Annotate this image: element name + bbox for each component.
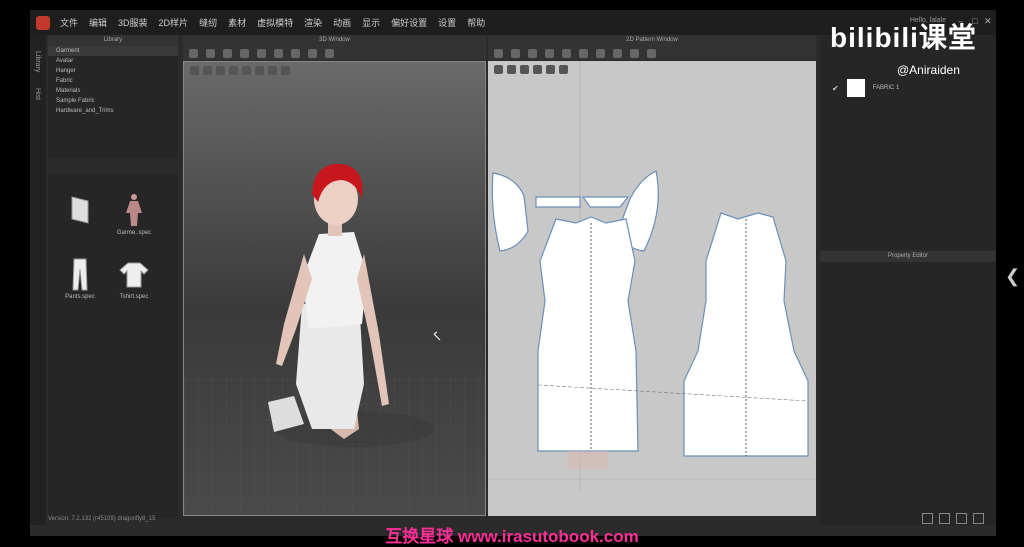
chevron-right-icon[interactable]: ❮	[1005, 266, 1020, 287]
move-tool-icon[interactable]	[206, 48, 215, 58]
check-icon: ✔	[832, 83, 839, 93]
2d-pattern-window: 2D Pattern Window	[488, 35, 816, 516]
transform-pattern-icon[interactable]	[494, 48, 503, 58]
tree-item-sample-fabric[interactable]: Sample Fabric	[48, 96, 178, 106]
menu-avatar[interactable]: 虚拟模特	[257, 16, 293, 29]
tree-item-hanger[interactable]: Hanger	[48, 66, 178, 76]
select-tool-icon[interactable]	[189, 48, 198, 58]
menu-3d-garment[interactable]: 3D服装	[118, 16, 148, 29]
fold-tool-icon[interactable]	[240, 48, 249, 58]
menu-settings[interactable]: 设置	[438, 16, 456, 29]
library-item[interactable]: Pants.spec	[60, 254, 100, 300]
app-window: 文件 编辑 3D服装 2D样片 缝纫 素材 虚拟模特 渲染 动画 显示 偏好设置…	[30, 10, 996, 536]
texture-display-icon[interactable]	[255, 66, 264, 75]
library-header: Library	[48, 35, 178, 46]
viewport-toolbar	[184, 62, 485, 79]
view-mode-icon[interactable]	[190, 66, 199, 75]
camera-icon[interactable]	[268, 66, 277, 75]
dart-tool-icon[interactable]	[596, 48, 605, 58]
menu-materials[interactable]: 素材	[228, 16, 246, 29]
free-sewing-icon[interactable]	[630, 48, 639, 58]
library-tree: Garment Avatar Hanger Fabric Materials S…	[48, 46, 178, 158]
menu-render[interactable]: 渲染	[304, 16, 322, 29]
3d-scene	[184, 163, 485, 514]
menu-sewing[interactable]: 缝纫	[199, 16, 217, 29]
texture-icon[interactable]	[291, 48, 300, 58]
shoes-display-icon[interactable]	[242, 66, 251, 75]
3d-viewport[interactable]	[183, 61, 486, 516]
fabric-name: FABRIC 1	[872, 85, 900, 91]
check-sewing-icon[interactable]	[647, 48, 656, 58]
tab-library[interactable]: Library	[34, 51, 41, 72]
rectangle-tool-icon[interactable]	[545, 48, 554, 58]
tree-item-materials[interactable]: Materials	[48, 86, 178, 96]
library-item[interactable]	[60, 190, 100, 230]
left-side-tabs: Library Hist	[30, 35, 46, 525]
avatar-display-icon[interactable]	[203, 66, 212, 75]
tree-item-avatar[interactable]: Avatar	[48, 56, 178, 66]
polygon-tool-icon[interactable]	[528, 48, 537, 58]
library-item[interactable]: Garme..spec	[114, 190, 154, 236]
tree-item-hardware[interactable]: Hardware_and_Trims	[48, 106, 178, 116]
edit-pattern-icon[interactable]	[511, 48, 520, 58]
close-icon[interactable]: ✕	[984, 16, 994, 26]
bilibili-watermark: bilibili课堂	[830, 22, 977, 53]
2d-window-title: 2D Pattern Window	[488, 35, 816, 46]
handle-watermark: @Aniraiden	[897, 63, 960, 77]
button-tool-icon[interactable]	[325, 48, 334, 58]
menu-help[interactable]: 帮助	[467, 16, 485, 29]
library-item[interactable]: Tshirt.spec	[114, 254, 154, 300]
library-panel: Library Garment Avatar Hanger Fabric Mat…	[48, 35, 178, 525]
app-logo-icon	[36, 15, 50, 30]
screenshot-icon[interactable]	[281, 66, 290, 75]
2d-toolbar	[488, 46, 816, 60]
pin-tool-icon[interactable]	[223, 48, 232, 58]
menu-edit[interactable]: 编辑	[89, 16, 107, 29]
hair-display-icon[interactable]	[229, 66, 238, 75]
segment-sewing-icon[interactable]	[613, 48, 622, 58]
menu-preferences[interactable]: 偏好设置	[391, 16, 427, 29]
internal-line-icon[interactable]	[579, 48, 588, 58]
tab-history[interactable]: Hist	[34, 88, 41, 100]
menu-2d-pattern[interactable]: 2D样片	[159, 16, 189, 29]
pattern-canvas	[488, 61, 816, 491]
circle-tool-icon[interactable]	[562, 48, 571, 58]
banner-watermark: 互换星球 www.irasutobook.com	[385, 527, 639, 546]
simulate-icon[interactable]	[257, 48, 266, 58]
fabric-swatch	[846, 79, 865, 97]
tree-item-fabric[interactable]: Fabric	[48, 76, 178, 86]
menu-animation[interactable]: 动画	[333, 16, 351, 29]
2d-viewport[interactable]	[488, 61, 816, 516]
3d-window-title: 3D Window	[183, 35, 486, 46]
3d-toolbar	[183, 46, 486, 60]
property-editor: Property Editor	[820, 251, 996, 525]
zipper-icon[interactable]	[308, 48, 317, 58]
library-grid: Garme..spec Pants.spec Tshirt.spec	[48, 174, 178, 519]
menu-file[interactable]: 文件	[60, 16, 78, 29]
property-editor-title: Property Editor	[820, 251, 996, 262]
garment-display-icon[interactable]	[216, 66, 225, 75]
measure-icon[interactable]	[274, 48, 283, 58]
fabric-list-item[interactable]: ✔ FABRIC 1	[832, 79, 899, 97]
tree-item-garment[interactable]: Garment	[48, 46, 178, 56]
3d-window: 3D Window	[183, 35, 486, 516]
menu-display[interactable]: 显示	[362, 16, 380, 29]
